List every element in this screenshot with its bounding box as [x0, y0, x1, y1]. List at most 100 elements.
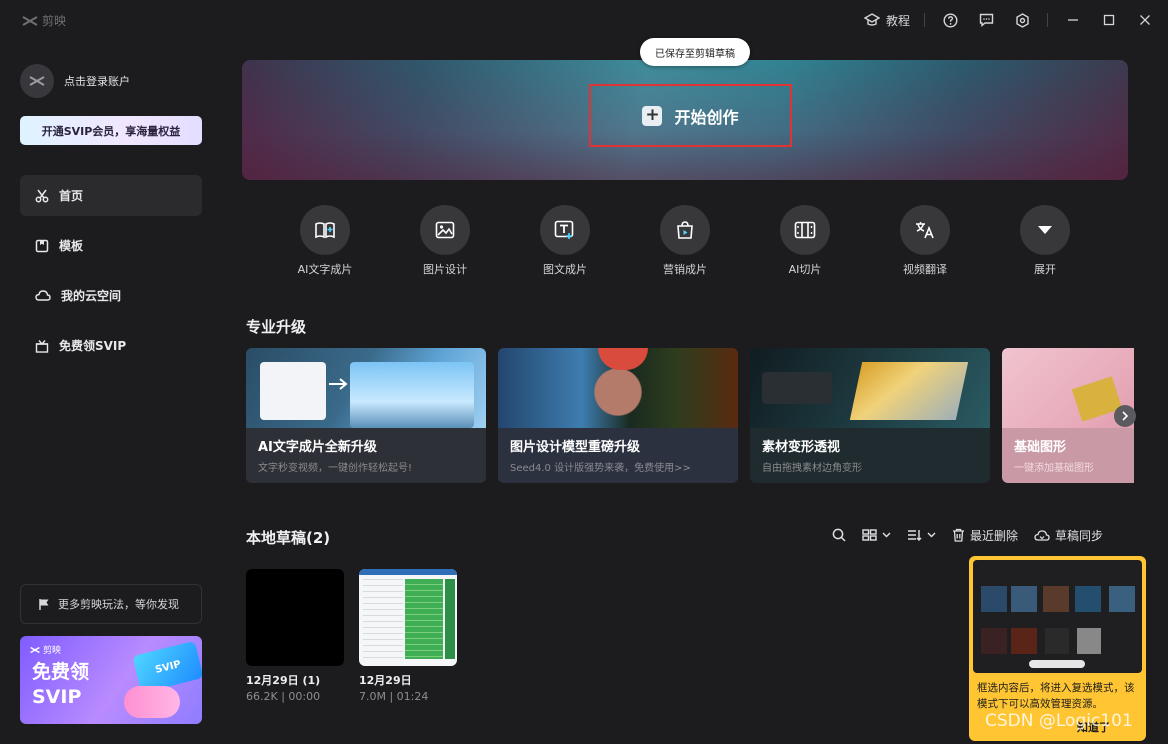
feature-card-image [246, 348, 486, 428]
discover-more-label: 更多剪映玩法，等你发现 [58, 598, 179, 611]
image-design-icon [420, 205, 470, 255]
cloud-sync-icon [1034, 529, 1050, 541]
free-svip-banner[interactable]: 剪映 免费领 SVIP SVIP [20, 636, 202, 724]
feature-card-image [750, 348, 990, 428]
draft-sync-label: 草稿同步 [1055, 528, 1104, 543]
avatar [20, 64, 54, 98]
tool-expand[interactable]: 展开 [995, 205, 1095, 277]
recent-delete-button[interactable]: 最近删除 [952, 527, 1018, 544]
draft-name: 12月29日 (1) [246, 674, 321, 687]
sort-button[interactable] [907, 529, 936, 541]
discover-more-button[interactable]: 更多剪映玩法，等你发现 [20, 584, 202, 624]
svip-open-button[interactable]: 开通SVIP会员，享海量权益 [20, 116, 202, 145]
close-button[interactable] [1134, 9, 1156, 31]
tool-image-text-video[interactable]: 图文成片 [515, 205, 615, 277]
video-translate-icon [900, 205, 950, 255]
feature-card-subtitle: 一键添加基础图形 [1014, 463, 1094, 474]
tool-image-design[interactable]: 图片设计 [395, 205, 495, 277]
settings-button[interactable] [1011, 9, 1033, 31]
capcut-logo-icon [22, 15, 38, 26]
draft-item[interactable]: 12月29日 (1) 66.2K | 00:00 [246, 569, 344, 703]
trash-icon [953, 528, 964, 542]
draft-item[interactable]: 12月29日 7.0M | 01:24 [359, 569, 457, 703]
tip-text: 框选内容后，将进入复选模式，该模式下可以高效管理资源。 [977, 682, 1135, 710]
login-account[interactable]: 点击登录账户 [20, 64, 130, 98]
ai-text-video-icon [300, 205, 350, 255]
start-creating-button[interactable]: + 开始创作 [589, 84, 792, 147]
expand-icon [1020, 205, 1070, 255]
tool-label: 视频翻译 [903, 263, 947, 276]
title-bar: 剪映 教程 [0, 0, 1168, 40]
search-button[interactable] [832, 528, 846, 542]
graduation-cap-icon [863, 13, 880, 26]
gear-icon [1015, 12, 1029, 28]
feature-carousel: AI文字成片全新升级 文字秒变视频，一键创作轻松起号! 图片设计模型重磅升级 S… [246, 348, 1134, 483]
carousel-next-button[interactable] [1114, 405, 1136, 427]
maximize-icon [1103, 14, 1115, 26]
sidebar-item-home[interactable]: 首页 [20, 175, 202, 216]
draft-meta: 66.2K | 00:00 [246, 690, 321, 703]
save-toast: 已保存至剪辑草稿 [640, 38, 750, 66]
ai-slice-icon [780, 205, 830, 255]
tutorial-button[interactable]: 教程 [863, 9, 910, 31]
sidebar: 点击登录账户 开通SVIP会员，享海量权益 首页 模板 我的云空间 免费领SVI… [0, 40, 222, 744]
sidebar-item-label: 免费领SVIP [59, 339, 127, 353]
flag-icon [39, 598, 49, 610]
feature-card-title: 图片设计模型重磅升级 [510, 440, 641, 455]
chevron-down-icon [927, 532, 936, 538]
drafts-title: 本地草稿(2) [246, 529, 331, 547]
feature-card-subtitle: Seed4.0 设计版强势来袭，免费使用>> [510, 463, 691, 474]
feature-card-title: AI文字成片全新升级 [258, 440, 377, 455]
promo-line1: 免费领 [32, 661, 90, 683]
help-button[interactable] [939, 9, 961, 31]
view-mode-button[interactable] [862, 529, 891, 541]
draft-thumbnail [246, 569, 344, 666]
tip-illustration [973, 560, 1142, 673]
close-icon [1140, 15, 1150, 25]
tool-label: AI切片 [788, 263, 822, 276]
maximize-button[interactable] [1098, 9, 1120, 31]
sidebar-item-free-svip[interactable]: 免费领SVIP [20, 325, 202, 366]
capcut-logo-icon [29, 76, 45, 86]
tool-ai-text-video[interactable]: AI文字成片 [275, 205, 375, 277]
help-icon [942, 12, 958, 28]
app-name: 剪映 [42, 14, 67, 28]
template-icon [35, 239, 49, 252]
tool-marketing-video[interactable]: 营销成片 [635, 205, 735, 277]
sidebar-item-label: 首页 [59, 189, 84, 203]
grid-view-icon [862, 529, 877, 541]
feature-card-warp[interactable]: 素材变形透视 自由拖拽素材边角变形 [750, 348, 990, 483]
feature-card-image [498, 348, 738, 428]
image-text-video-icon [540, 205, 590, 255]
start-creating-label: 开始创作 [674, 107, 739, 127]
megaphone-graphic [124, 686, 180, 718]
sidebar-item-cloud[interactable]: 我的云空间 [20, 275, 202, 316]
divider [1047, 13, 1048, 27]
tutorial-label: 教程 [885, 13, 910, 28]
chevron-down-icon [882, 532, 891, 538]
search-icon [832, 528, 846, 542]
minimize-button[interactable] [1062, 9, 1084, 31]
drafts-toolbar: 最近删除 草稿同步 [832, 525, 1103, 545]
feedback-button[interactable] [975, 9, 997, 31]
sidebar-item-label: 我的云空间 [61, 289, 122, 303]
message-icon [979, 13, 993, 27]
recent-delete-label: 最近删除 [970, 528, 1019, 543]
tip-ok-button[interactable]: 知道了 [1077, 719, 1110, 735]
quick-tools: AI文字成片 图片设计 图文成片 营销成片 AI切片 视频翻译 展开 [242, 205, 1128, 280]
draft-thumbnail [359, 569, 457, 666]
divider [924, 13, 925, 27]
tool-video-translate[interactable]: 视频翻译 [875, 205, 975, 277]
plus-icon: + [642, 105, 663, 126]
feature-card-ai-text[interactable]: AI文字成片全新升级 文字秒变视频，一键创作轻松起号! [246, 348, 486, 483]
feature-card-image-model[interactable]: 图片设计模型重磅升级 Seed4.0 设计版强势来袭，免费使用>> [498, 348, 738, 483]
marketing-video-icon [660, 205, 710, 255]
tool-ai-slice[interactable]: AI切片 [755, 205, 855, 277]
sidebar-item-templates[interactable]: 模板 [20, 225, 202, 266]
app-window: 剪映 教程 点击登录账户 开通SVIP会员，享海量权益 首页 模板 我的云空间 … [0, 0, 1168, 744]
feature-card-subtitle: 文字秒变视频，一键创作轻松起号! [258, 463, 413, 474]
promo-brand-label: 剪映 [43, 646, 62, 656]
tool-label: 图片设计 [423, 263, 467, 276]
draft-sync-button[interactable]: 草稿同步 [1034, 527, 1103, 544]
tool-label: AI文字成片 [297, 263, 353, 276]
